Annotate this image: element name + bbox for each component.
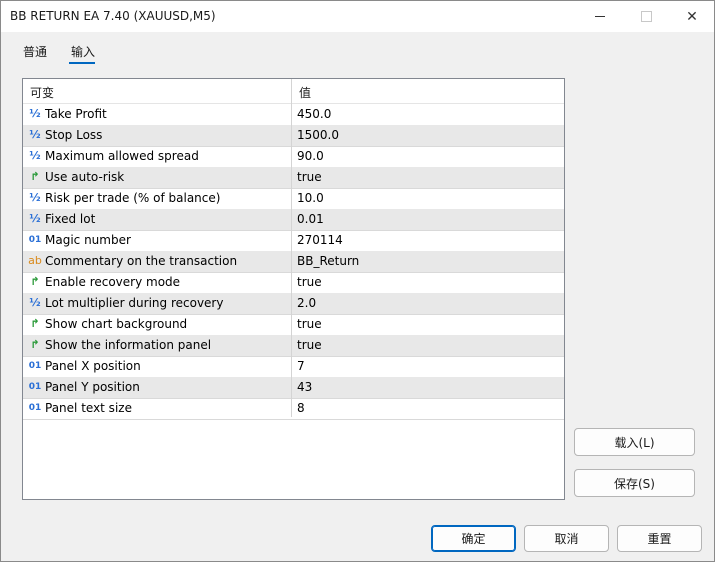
bool-type-icon: ↱ — [30, 317, 40, 330]
parameter-value[interactable]: true — [297, 275, 322, 289]
table-row[interactable]: ↱ Use auto-risk true — [23, 167, 564, 189]
double-type-icon: ½ — [29, 296, 41, 309]
parameter-value[interactable]: 450.0 — [297, 107, 331, 121]
parameter-name: Show the information panel — [45, 338, 212, 352]
parameter-name: Commentary on the transaction — [45, 254, 238, 268]
double-type-icon: ½ — [29, 128, 41, 141]
table-row[interactable]: ½ Take Profit 450.0 — [23, 104, 564, 126]
parameter-value[interactable]: 1500.0 — [297, 128, 339, 142]
parameter-name: Enable recovery mode — [45, 275, 181, 289]
table-row[interactable]: ↱ Enable recovery mode true — [23, 272, 564, 294]
grid-header: 可变 值 — [23, 79, 564, 104]
string-type-icon: ab — [28, 254, 42, 267]
reset-button[interactable]: 重置 — [617, 525, 702, 552]
parameter-value[interactable]: 2.0 — [297, 296, 316, 310]
parameter-name: Maximum allowed spread — [45, 149, 199, 163]
parameter-value[interactable]: 0.01 — [297, 212, 324, 226]
parameter-name: Panel X position — [45, 359, 141, 373]
load-button[interactable]: 载入(L) — [574, 428, 695, 456]
int-type-icon: 01 — [28, 235, 42, 245]
parameter-name: Lot multiplier during recovery — [45, 296, 224, 310]
parameter-value[interactable]: 8 — [297, 401, 305, 415]
parameter-name: Risk per trade (% of balance) — [45, 191, 221, 205]
bool-type-icon: ↱ — [30, 275, 40, 288]
table-row[interactable]: ½ Risk per trade (% of balance) 10.0 — [23, 188, 564, 210]
parameter-name: Show chart background — [45, 317, 188, 331]
title-bar: BB RETURN EA 7.40 (XAUUSD,M5) ✕ — [1, 1, 714, 32]
parameter-name: Panel Y position — [45, 380, 140, 394]
parameter-value[interactable]: 10.0 — [297, 191, 324, 205]
active-tab-indicator — [69, 62, 95, 64]
parameter-value[interactable]: true — [297, 338, 322, 352]
table-row[interactable]: 01 Magic number 270114 — [23, 230, 564, 252]
double-type-icon: ½ — [29, 107, 41, 120]
parameter-name: Stop Loss — [45, 128, 103, 142]
int-type-icon: 01 — [28, 382, 42, 392]
parameter-name: Panel text size — [45, 401, 132, 415]
parameter-value[interactable]: 90.0 — [297, 149, 324, 163]
int-type-icon: 01 — [28, 403, 42, 413]
table-row[interactable]: 01 Panel Y position 43 — [23, 377, 564, 399]
table-row[interactable]: ½ Stop Loss 1500.0 — [23, 125, 564, 147]
parameter-name: Fixed lot — [45, 212, 96, 226]
window-title: BB RETURN EA 7.40 (XAUUSD,M5) — [10, 9, 216, 23]
table-row[interactable]: ½ Fixed lot 0.01 — [23, 209, 564, 231]
parameter-value[interactable]: 43 — [297, 380, 312, 394]
cancel-button[interactable]: 取消 — [524, 525, 609, 552]
table-row[interactable]: ½ Lot multiplier during recovery 2.0 — [23, 293, 564, 315]
minimize-button[interactable] — [577, 1, 623, 32]
double-type-icon: ½ — [29, 212, 41, 225]
bool-type-icon: ↱ — [30, 170, 40, 183]
save-button[interactable]: 保存(S) — [574, 469, 695, 497]
column-divider[interactable] — [291, 79, 292, 417]
parameter-name: Use auto-risk — [45, 170, 125, 184]
parameter-value[interactable]: 7 — [297, 359, 305, 373]
table-row[interactable]: ↱ Show chart background true — [23, 314, 564, 336]
tab-general[interactable]: 普通 — [23, 43, 47, 60]
int-type-icon: 01 — [28, 361, 42, 371]
close-icon: ✕ — [686, 8, 698, 25]
parameter-name: Take Profit — [45, 107, 107, 121]
table-row[interactable]: ↱ Show the information panel true — [23, 335, 564, 357]
parameter-value[interactable]: BB_Return — [297, 254, 359, 268]
ok-button[interactable]: 确定 — [431, 525, 516, 552]
table-row[interactable]: ab Commentary on the transaction BB_Return — [23, 251, 564, 273]
column-header-variable[interactable]: 可变 — [30, 84, 54, 101]
dialog-window: BB RETURN EA 7.40 (XAUUSD,M5) ✕ 普通 输入 可变… — [0, 0, 715, 562]
parameter-value[interactable]: 270114 — [297, 233, 343, 247]
parameter-name: Magic number — [45, 233, 131, 247]
minimize-icon — [595, 16, 605, 17]
double-type-icon: ½ — [29, 191, 41, 204]
close-button[interactable]: ✕ — [669, 1, 715, 32]
double-type-icon: ½ — [29, 149, 41, 162]
parameter-value[interactable]: true — [297, 317, 322, 331]
column-header-value[interactable]: 值 — [299, 84, 311, 101]
inputs-grid[interactable]: 可变 值 ½ Take Profit 450.0 ½ Stop Loss 1500.0 ½ M… — [22, 78, 565, 500]
tab-inputs[interactable]: 输入 — [71, 43, 95, 60]
bool-type-icon: ↱ — [30, 338, 40, 351]
table-row[interactable]: 01 Panel text size 8 — [23, 398, 564, 420]
parameter-value[interactable]: true — [297, 170, 322, 184]
maximize-icon — [640, 11, 652, 22]
table-row[interactable]: 01 Panel X position 7 — [23, 356, 564, 378]
table-row[interactable]: ½ Maximum allowed spread 90.0 — [23, 146, 564, 168]
maximize-button[interactable] — [623, 1, 669, 32]
